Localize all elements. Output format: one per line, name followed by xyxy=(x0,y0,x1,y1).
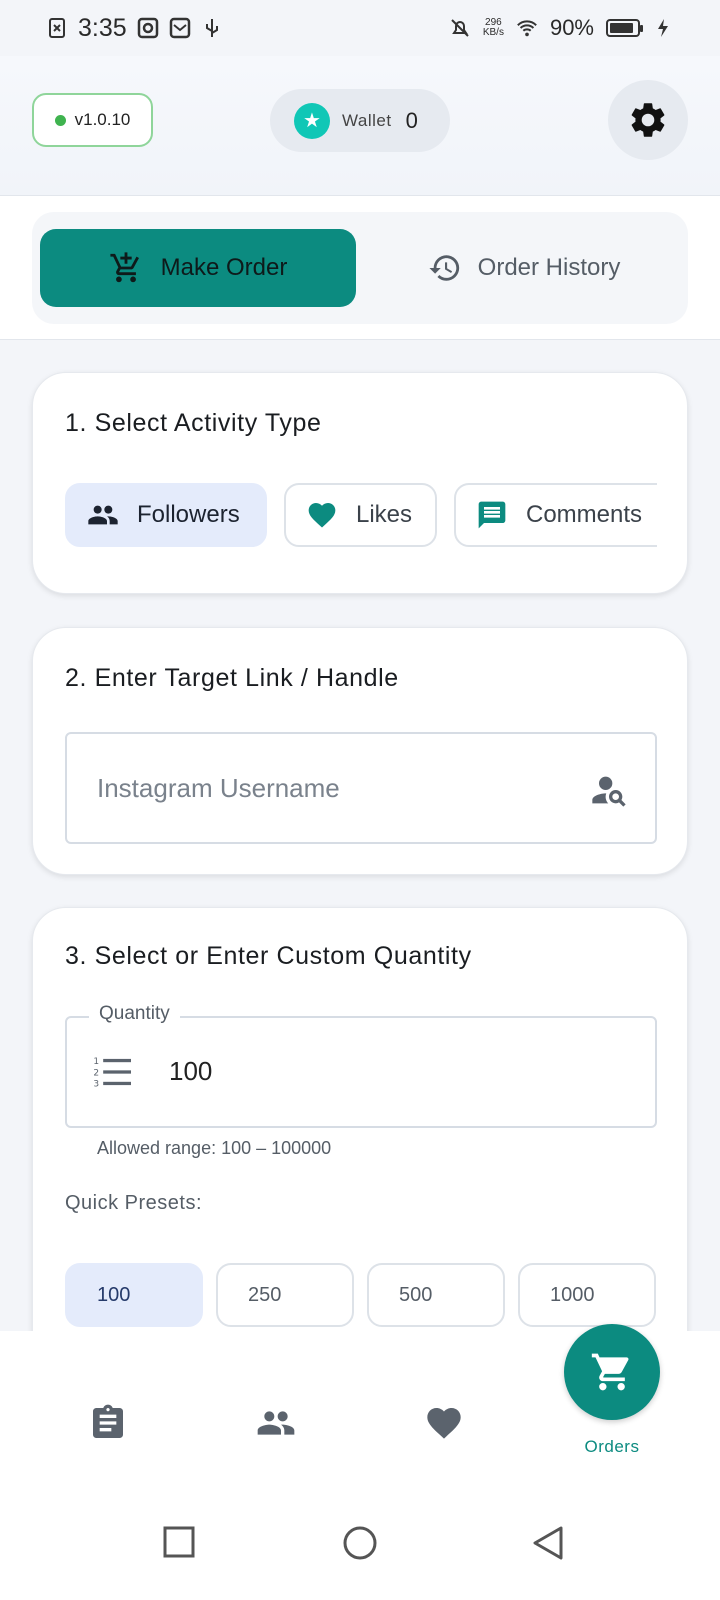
preset-100[interactable]: 100 xyxy=(65,1263,203,1327)
app-header: v1.0.10 ★ Wallet 0 xyxy=(0,56,720,196)
cart-icon xyxy=(591,1353,629,1391)
quantity-helper-text: Allowed range: 100 – 100000 xyxy=(97,1138,332,1158)
usb-icon xyxy=(205,19,218,37)
numbered-list-icon: 12 3 xyxy=(93,1057,131,1090)
person-search-icon xyxy=(592,776,626,807)
username-input[interactable] xyxy=(97,772,557,804)
quantity-field[interactable]: Quantity 12 3 100 xyxy=(65,1003,657,1128)
people-icon xyxy=(88,505,118,525)
quick-presets-label: Quick Presets: xyxy=(65,1192,203,1214)
orders-nav-label: Orders xyxy=(584,1437,640,1456)
version-label: v1.0.10 xyxy=(74,110,131,129)
status-bar: 3:35 296 KB/s 90% xyxy=(0,0,720,56)
chip-comments[interactable]: Comments xyxy=(454,483,657,547)
version-badge: v1.0.10 xyxy=(32,93,153,147)
activity-type-chips: Followers Likes Comments xyxy=(65,483,657,549)
orders-nav-button[interactable] xyxy=(564,1324,660,1420)
charging-icon xyxy=(658,19,668,37)
people-nav-icon[interactable] xyxy=(254,1403,298,1443)
clipboard-icon[interactable] xyxy=(88,1403,128,1443)
wallet-pill[interactable]: ★ Wallet 0 xyxy=(270,89,450,152)
add-shopping-cart-icon xyxy=(110,252,139,283)
svg-text:1: 1 xyxy=(93,1057,99,1067)
target-link-card: 2. Enter Target Link / Handle xyxy=(32,627,688,875)
heart-icon xyxy=(308,503,336,528)
history-icon xyxy=(429,255,459,281)
preset-250[interactable]: 250 xyxy=(216,1263,354,1327)
gear-icon xyxy=(631,103,665,137)
quantity-field-label: Quantity xyxy=(89,1003,180,1025)
username-field[interactable] xyxy=(65,732,657,844)
heart-nav-icon[interactable] xyxy=(424,1403,464,1443)
wallet-label: Wallet xyxy=(342,110,392,130)
system-navigation-bar xyxy=(0,1491,720,1600)
recents-square-icon[interactable] xyxy=(162,1525,196,1559)
quantity-value[interactable]: 100 xyxy=(169,1056,212,1087)
settings-button[interactable] xyxy=(608,80,688,160)
status-time: 3:35 xyxy=(78,13,127,42)
battery-icon xyxy=(606,19,643,37)
preset-1000[interactable]: 1000 xyxy=(518,1263,656,1327)
tab-order-history[interactable]: Order History xyxy=(366,229,682,307)
tab-order-history-label: Order History xyxy=(477,254,621,281)
quick-presets: 100 250 500 1000 xyxy=(65,1263,657,1327)
svg-text:2: 2 xyxy=(93,1068,99,1078)
preset-500[interactable]: 500 xyxy=(367,1263,505,1327)
home-circle-icon[interactable] xyxy=(342,1525,378,1561)
mail-notification-icon xyxy=(169,17,190,39)
activity-type-title: 1. Select Activity Type xyxy=(65,409,322,437)
chip-followers-label: Followers xyxy=(137,501,240,528)
notifications-off-icon xyxy=(451,19,469,37)
chip-likes-label: Likes xyxy=(356,501,413,528)
instagram-notification-icon xyxy=(137,17,158,39)
quantity-card: 3. Select or Enter Custom Quantity Quant… xyxy=(32,907,688,1367)
wallet-balance: 0 xyxy=(405,107,418,133)
tab-make-order[interactable]: Make Order xyxy=(40,229,356,307)
chip-followers[interactable]: Followers xyxy=(65,483,267,547)
battery-percent: 90% xyxy=(549,15,594,40)
svg-text:3: 3 xyxy=(93,1080,99,1090)
target-link-title: 2. Enter Target Link / Handle xyxy=(65,664,399,692)
tab-make-order-label: Make Order xyxy=(160,254,288,281)
activity-type-card: 1. Select Activity Type Followers Likes … xyxy=(32,372,688,594)
sim-icon xyxy=(49,18,65,38)
wifi-icon xyxy=(517,20,537,37)
chip-comments-label: Comments xyxy=(526,501,643,528)
star-icon: ★ xyxy=(294,102,330,139)
network-speed: 296 KB/s xyxy=(482,17,504,38)
comment-icon xyxy=(478,501,506,529)
chip-likes[interactable]: Likes xyxy=(284,483,437,547)
back-triangle-icon[interactable] xyxy=(530,1525,566,1561)
tab-area: Make Order Order History xyxy=(0,196,720,340)
tab-track: Make Order Order History xyxy=(32,212,688,324)
online-status-dot xyxy=(54,114,66,126)
quantity-title: 3. Select or Enter Custom Quantity xyxy=(65,942,472,970)
